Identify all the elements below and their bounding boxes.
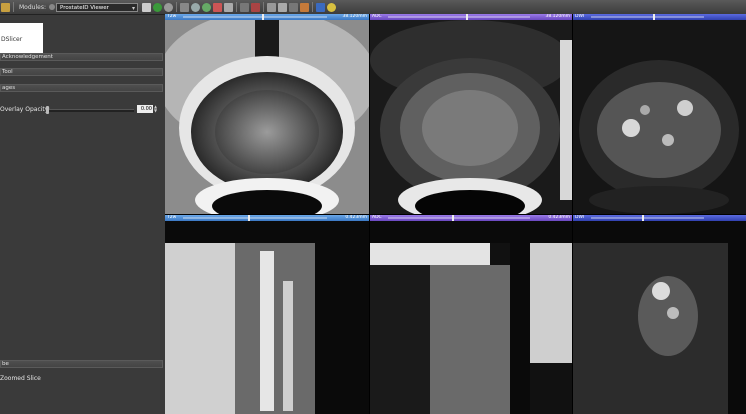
search-icon[interactable] <box>48 4 55 10</box>
toolbar-separator <box>13 2 14 12</box>
history-icon[interactable] <box>141 2 151 12</box>
volume-icon[interactable] <box>190 2 200 12</box>
crosshair-icon[interactable] <box>250 2 260 12</box>
tool-section-header[interactable]: Tool <box>0 68 163 76</box>
slice-view-adc-axial[interactable]: ADC 38.120mm <box>370 14 572 214</box>
overlay-opacity-label: Overlay Opacity: <box>0 106 50 113</box>
toolbar-separator <box>311 2 313 12</box>
python-icon[interactable] <box>326 2 336 12</box>
dwi-sagittal-image <box>573 221 746 414</box>
modules-label: Modules: <box>19 3 46 11</box>
grid-layout-icon[interactable] <box>239 2 249 12</box>
data-icon[interactable] <box>1 2 10 12</box>
extension-icon[interactable] <box>315 2 325 12</box>
pointer-icon[interactable] <box>223 2 233 12</box>
camera-icon[interactable] <box>277 2 287 12</box>
module-selector[interactable]: ProstateID Viewer <box>55 2 138 13</box>
toolbar-separator <box>262 2 264 12</box>
slicer-logo: DSlicer <box>0 23 43 57</box>
spinbox-arrows-icon[interactable]: ▲ ▼ <box>154 105 160 113</box>
slice-viewer-layout: T2w 38.120mm ADC 38.120mm DWI T2w 0.423m… <box>165 14 746 414</box>
overlay-opacity-row: Overlay Opacity: 0.00 ▲ ▼ <box>0 105 165 115</box>
window-level-icon[interactable] <box>288 2 298 12</box>
probe-section-header[interactable]: be <box>0 360 163 368</box>
slice-offset-slider[interactable] <box>183 215 327 221</box>
toolbar-separator <box>235 2 237 12</box>
zoomed-slice-label: Zoomed Slice <box>0 375 41 382</box>
layout-icon[interactable] <box>179 2 189 12</box>
slice-view-adc-sagittal[interactable]: ADC 0.423mm <box>370 215 572 414</box>
slice-offset-slider[interactable] <box>591 215 704 221</box>
acknowledgement-section-header[interactable]: Acknowledgement <box>0 53 163 61</box>
back-arrow-icon[interactable] <box>152 2 162 12</box>
dwi-axial-image <box>573 20 746 214</box>
slice-offset-slider[interactable] <box>591 14 704 20</box>
images-section-header[interactable]: ages <box>0 84 163 92</box>
slice-view-t2w-sagittal[interactable]: T2w 0.423mm <box>165 215 369 414</box>
slice-view-t2w-axial[interactable]: T2w 38.120mm <box>165 14 369 214</box>
overlay-opacity-slider[interactable] <box>46 106 134 114</box>
overlay-opacity-spinbox[interactable]: 0.00 <box>137 105 153 113</box>
adc-sagittal-image <box>370 221 572 414</box>
overlay-opacity-slider-handle[interactable] <box>46 106 49 114</box>
slice-view-dwi-sagittal[interactable]: DWI <box>573 215 746 414</box>
module-panel: DSlicer Acknowledgement Tool ages Overla… <box>0 15 165 414</box>
t2w-sagittal-image <box>165 221 369 414</box>
slice-offset-slider[interactable] <box>183 14 327 20</box>
forward-arrow-icon[interactable] <box>163 2 173 12</box>
slice-offset-slider[interactable] <box>388 215 530 221</box>
slice-view-dwi-axial[interactable]: DWI <box>573 14 746 214</box>
adc-axial-image <box>370 20 572 214</box>
screenshot-icon[interactable] <box>266 2 276 12</box>
main-toolbar: Modules: ProstateID Viewer <box>0 0 746 15</box>
models-icon[interactable] <box>201 2 211 12</box>
t2w-axial-image <box>165 20 369 214</box>
markups-icon[interactable] <box>212 2 222 12</box>
slice-offset-slider[interactable] <box>388 14 530 20</box>
toolbar-separator <box>175 2 177 12</box>
transform-icon[interactable] <box>299 2 309 12</box>
